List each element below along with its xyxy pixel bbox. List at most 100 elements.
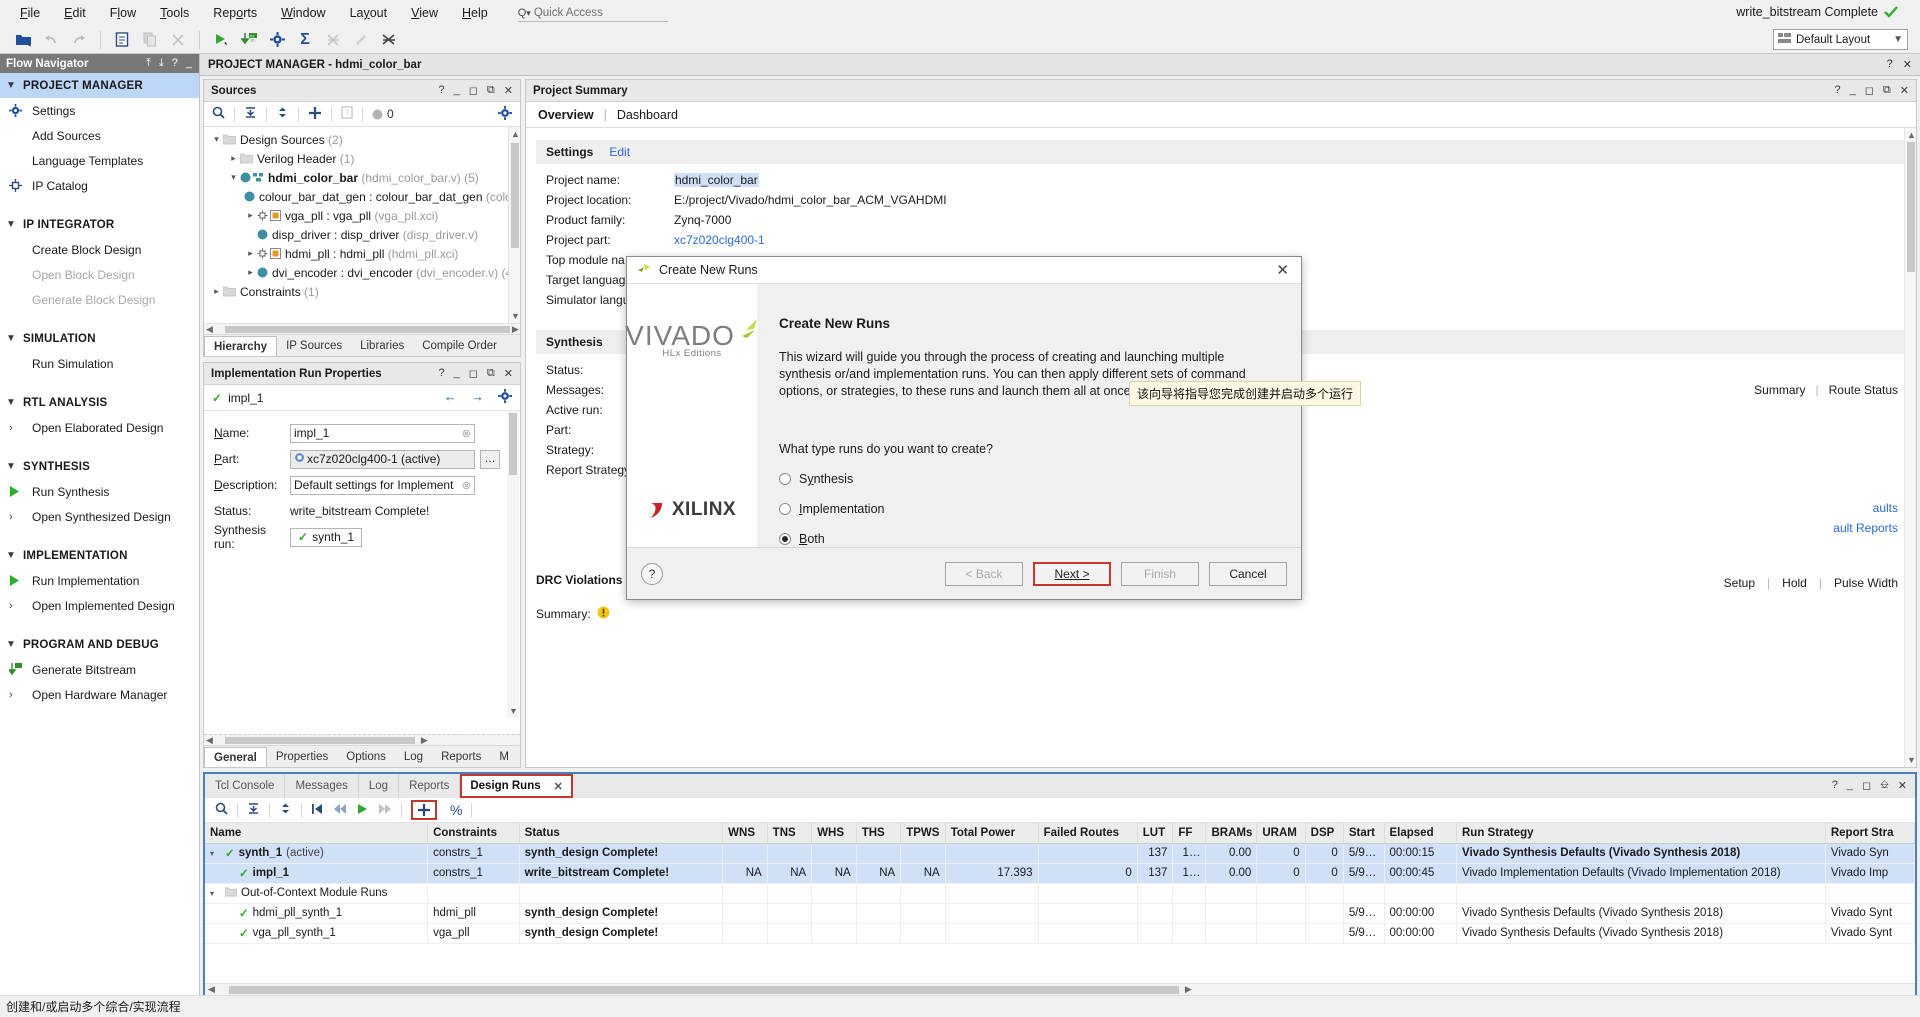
close-icon[interactable]: ✕ [504,84,513,97]
run-icon[interactable] [208,28,234,52]
chevron-right-icon[interactable]: ▸ [210,286,223,297]
column-header-dsp[interactable]: DSP [1305,823,1344,844]
project-summary-vertical-scrollbar[interactable]: ▲ ▼ [1904,128,1916,767]
tree-node[interactable]: ▸ hdmi_pll : hdmi_pll (hdmi_pll.xci) [204,244,520,263]
column-header-name[interactable]: Name [205,823,429,844]
back-arrow-icon[interactable]: ← [444,389,457,406]
unmark-icon[interactable] [376,28,402,52]
download-bitstream-icon[interactable]: 01 10 [236,28,262,52]
tree-node[interactable]: ▸ Verilog Header (1) [204,149,520,168]
sidebar-item-open-hardware-manager[interactable]: › Open Hardware Manager [0,682,199,707]
minimize-icon[interactable]: _ [1847,779,1853,792]
expand-all-icon[interactable]: ⤓ [159,57,164,70]
nav-section-rtl-analysis[interactable]: ▼ RTL ANALYSIS [0,390,199,415]
impl-horizontal-scrollbar[interactable]: ◀ ▶ [204,734,520,745]
minimize-icon[interactable]: _ [454,367,460,380]
radio-synthesis[interactable]: Synthesis [779,472,1279,486]
tab-tcl-console[interactable]: Tcl Console [205,774,286,798]
menu-layout[interactable]: Layout [338,3,400,23]
scroll-up-icon[interactable]: ▲ [1907,130,1916,140]
radio-indicator[interactable] [779,503,791,515]
column-header-tns[interactable]: TNS [767,823,813,844]
column-header-wns[interactable]: WNS [722,823,768,844]
collapse-all-icon[interactable]: ⤒ [146,57,151,70]
close-icon[interactable]: ✕ [1903,58,1912,71]
sidebar-item-run-implementation[interactable]: Run Implementation [0,568,199,593]
impl-vertical-scrollbar[interactable]: ▼ [507,411,519,718]
scroll-thumb[interactable] [511,143,519,248]
scroll-up-icon[interactable]: ▲ [511,129,520,139]
sigma-icon[interactable]: Σ [292,28,318,52]
nav-section-ip-integrator[interactable]: ▼ IP INTEGRATOR [0,212,199,237]
help-icon[interactable]: ? [1887,58,1893,71]
scroll-right-icon[interactable]: ▶ [421,735,428,746]
sidebar-item-settings[interactable]: Settings [0,98,199,123]
chevron-right-icon[interactable]: ▸ [227,153,240,164]
column-header-total-power[interactable]: Total Power [945,823,1039,844]
maximize-icon[interactable]: ◻ [1865,84,1874,97]
tab-reports[interactable]: Reports [399,774,461,798]
tab-compile-order[interactable]: Compile Order [413,335,506,356]
add-run-button[interactable] [411,800,437,820]
undo-icon[interactable] [38,28,64,52]
sidebar-item-language-templates[interactable]: Language Templates [0,148,199,173]
tree-node[interactable]: colour_bar_dat_gen : colour_bar_dat_gen … [204,187,520,206]
sidebar-item-ip-catalog[interactable]: IP Catalog [0,173,199,198]
float-icon[interactable]: ⧉ [487,367,495,380]
scroll-thumb[interactable] [228,985,1179,994]
forward-icon[interactable] [378,803,392,818]
clip-icon[interactable] [348,28,374,52]
tree-node[interactable]: ▸ Constraints (1) [204,282,520,301]
collapse-all-icon[interactable] [247,802,260,818]
chevron-down-icon[interactable]: ▾ [210,134,223,145]
close-icon[interactable]: ✕ [1276,261,1289,279]
column-header-start[interactable]: Start [1343,823,1385,844]
column-header-ff[interactable]: FF [1172,823,1207,844]
float-icon[interactable]: ⧉ [1883,84,1891,97]
nav-section-program-and-debug[interactable]: ▼ PROGRAM AND DEBUG [0,632,199,657]
column-header-elapsed[interactable]: Elapsed [1384,823,1457,844]
tree-node[interactable]: ▾ hdmi_color_bar (hdmi_color_bar.v) (5) [204,168,520,187]
help-icon[interactable]: ? [1835,84,1841,97]
scroll-thumb[interactable] [509,413,517,475]
tree-node[interactable]: ▸ dvi_encoder : dvi_encoder (dvi_encoder.… [204,263,520,282]
nav-section-project-manager[interactable]: ▼ PROJECT MANAGER [0,73,199,98]
column-header-lut[interactable]: LUT [1137,823,1174,844]
scroll-left-icon[interactable]: ◀ [206,324,213,335]
column-header-constraints[interactable]: Constraints [427,823,520,844]
impl-part-input[interactable]: xc7z020clg400-1 (active) [290,449,475,469]
sidebar-item-run-synthesis[interactable]: Run Synthesis [0,479,199,504]
next-button[interactable]: Next > [1033,561,1111,586]
chevron-down-icon[interactable]: ▾ [227,172,240,183]
expand-all-icon[interactable] [279,802,292,818]
chevron-right-icon[interactable]: ▸ [244,248,257,259]
float-icon[interactable]: ⎒ [1880,779,1889,792]
settings-edit-link[interactable]: Edit [609,145,630,159]
table-row[interactable]: ▾ Out-of-Context Module Runs [205,883,1915,904]
search-icon[interactable] [212,106,225,122]
menu-file[interactable]: File [8,3,52,23]
tab-properties[interactable]: Properties [267,746,337,767]
copy-icon[interactable] [137,28,163,52]
scroll-right-icon[interactable]: ▶ [1185,984,1192,995]
column-header-brams[interactable]: BRAMs [1205,823,1258,844]
maximize-icon[interactable]: ◻ [469,367,478,380]
menu-reports[interactable]: Reports [201,3,269,23]
menu-view[interactable]: View [399,3,450,23]
impl-part-browse-button[interactable]: … [480,449,500,469]
route-status-label[interactable]: Route Status [1829,383,1898,397]
layout-selector[interactable]: Default Layout ▼ [1773,29,1908,50]
column-header-uram[interactable]: URAM [1256,823,1306,844]
impl-synth-run-value-chip[interactable]: ✓ synth_1 [290,527,363,547]
nav-section-implementation[interactable]: ▼ IMPLEMENTATION [0,543,199,568]
chevron-down-icon[interactable]: ▾ [210,889,221,898]
sidebar-item-run-simulation[interactable]: Run Simulation [0,351,199,376]
sidebar-item-create-block-design[interactable]: Create Block Design [0,237,199,262]
add-sources-icon[interactable] [308,106,322,123]
sidebar-item-add-sources[interactable]: Add Sources [0,123,199,148]
chevron-right-icon[interactable]: ▸ [244,267,257,278]
tree-node[interactable]: ▸ vga_pll : vga_pll (vga_pll.xci) [204,206,520,225]
scroll-down-icon[interactable]: ▼ [1907,755,1916,765]
help-icon[interactable]: ? [641,562,663,585]
column-header-status[interactable]: Status [519,823,724,844]
